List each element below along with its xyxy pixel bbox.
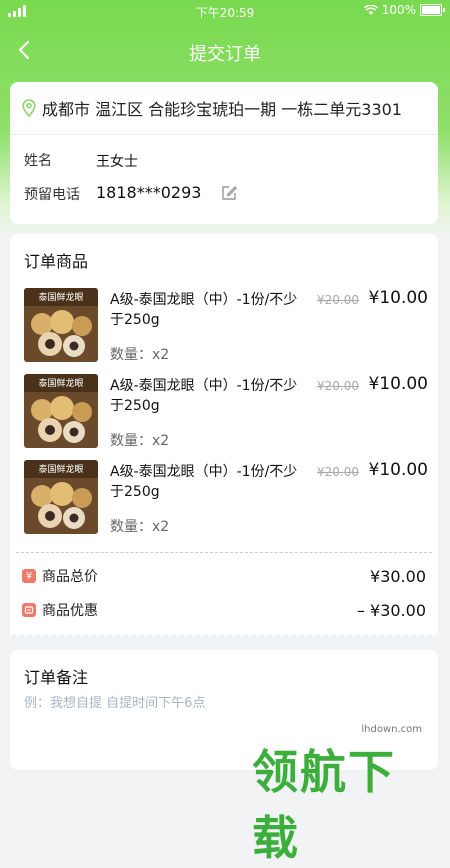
address-card: 成都市 温江区 合能珍宝琥珀一期 一栋二单元3301 姓名 王女士 预留电话 1… (10, 82, 438, 224)
name-value: 王女士 (96, 154, 138, 170)
watermark: lhdown.com 领航下载 (252, 724, 442, 865)
total-price-label: 商品总价 (42, 569, 98, 585)
status-bar: 下午20:59 100% (0, 0, 450, 22)
card-zigzag-edge (10, 628, 438, 637)
product-quantity: 数量：x2 (110, 519, 170, 535)
product-image: 泰国鲜龙眼 (24, 460, 98, 534)
address-text: 成都市 温江区 合能珍宝琥珀一期 一栋二单元3301 (42, 100, 402, 119)
original-price: ¥20.00 (317, 293, 359, 307)
thumb-caption: 泰国鲜龙眼 (38, 463, 83, 475)
nav-bar: 提交订单 (0, 30, 450, 72)
address-row[interactable]: 成都市 温江区 合能珍宝琥珀一期 一栋二单元3301 (10, 82, 438, 135)
list-item[interactable]: 泰国鲜龙眼 A级-泰国龙眼（中）-1份/不少于250g ¥20.00 ¥10.0… (24, 460, 428, 536)
phone-value: 1818***0293 (96, 183, 202, 202)
product-name: A级-泰国龙眼（中）-1份/不少于250g (110, 292, 298, 328)
note-section-title: 订单备注 (24, 668, 89, 687)
thumb-caption: 泰国鲜龙眼 (38, 377, 83, 389)
discount-value: – ¥30.00 (356, 600, 426, 620)
watermark-logo: 领航下载 (252, 745, 396, 865)
wifi-icon (363, 4, 378, 15)
total-price-value: ¥30.00 (370, 566, 426, 586)
battery-icon (420, 4, 445, 16)
original-price: ¥20.00 (317, 465, 359, 479)
coupon-icon (22, 603, 36, 617)
discount-row: 商品优惠 – ¥30.00 (22, 598, 426, 622)
total-price-row: ¥ 商品总价 ¥30.00 (22, 564, 426, 588)
yen-icon: ¥ (22, 569, 36, 583)
product-name: A级-泰国龙眼（中）-1份/不少于250g (110, 464, 298, 500)
product-name: A级-泰国龙眼（中）-1份/不少于250g (110, 378, 298, 414)
discount-label: 商品优惠 (42, 603, 98, 619)
list-item[interactable]: 泰国鲜龙眼 A级-泰国龙眼（中）-1份/不少于250g ¥20.00 ¥10.0… (24, 288, 428, 364)
watermark-url: lhdown.com (361, 724, 422, 735)
product-price: ¥10.00 (368, 288, 428, 308)
original-price: ¥20.00 (317, 379, 359, 393)
phone-label: 预留电话 (24, 187, 80, 203)
product-price: ¥10.00 (368, 374, 428, 394)
thumb-caption: 泰国鲜龙眼 (38, 291, 83, 303)
note-input[interactable]: 例：我想自提 自提时间下午6点 (24, 692, 205, 711)
page-title: 提交订单 (189, 44, 261, 65)
product-quantity: 数量：x2 (110, 347, 170, 363)
product-image: 泰国鲜龙眼 (24, 288, 98, 362)
battery-percent: 100% (381, 3, 416, 17)
product-quantity: 数量：x2 (110, 433, 170, 449)
order-goods-card: 订单商品 泰国鲜龙眼 A级-泰国龙眼（中）-1份/不少于250g ¥20.00 … (10, 234, 438, 634)
product-price: ¥10.00 (368, 460, 428, 480)
divider (16, 552, 432, 553)
list-item[interactable]: 泰国鲜龙眼 A级-泰国龙眼（中）-1份/不少于250g ¥20.00 ¥10.0… (24, 374, 428, 450)
name-label: 姓名 (24, 153, 52, 169)
product-image: 泰国鲜龙眼 (24, 374, 98, 448)
location-pin-icon (22, 99, 36, 117)
edit-icon[interactable] (220, 184, 238, 202)
goods-section-title: 订单商品 (24, 252, 89, 271)
